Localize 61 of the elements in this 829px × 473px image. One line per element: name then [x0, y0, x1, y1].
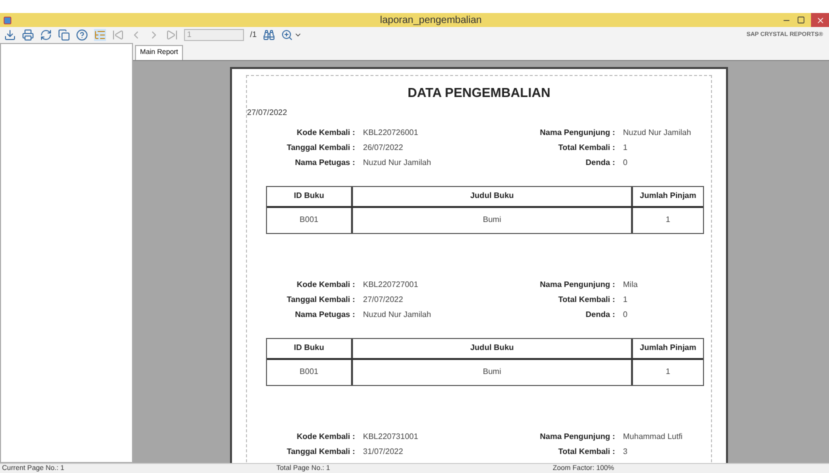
field-label: Total Kembali : [557, 142, 615, 154]
field-label: Nama Pengunjung : [538, 431, 615, 443]
table-cell: Bumi [353, 360, 633, 384]
field-value: KBL220726001 [363, 127, 418, 139]
field-value: 0 [623, 157, 628, 169]
close-button[interactable] [811, 13, 829, 27]
field-value: 3 [623, 446, 628, 458]
field-label: Tanggal Kembali : [286, 446, 355, 458]
field-value: 26/07/2022 [363, 142, 404, 154]
field-label: Tanggal Kembali : [286, 142, 355, 154]
page-total: /1 [250, 29, 257, 41]
field-label: Tanggal Kembali : [286, 294, 355, 306]
field-label: Kode Kembali : [296, 127, 355, 139]
field-label: Kode Kembali : [296, 431, 355, 443]
find-icon[interactable] [262, 29, 275, 41]
app-icon [3, 16, 12, 24]
copy-icon[interactable] [58, 29, 70, 41]
field-value: KBL220727001 [363, 279, 418, 291]
table-cell: B001 [267, 208, 353, 232]
field-label: Denda : [584, 309, 615, 321]
close-icon [816, 16, 824, 24]
window-title: laporan_pengembalian [380, 14, 482, 28]
field-value: Nuzud Nur Jamilah [363, 309, 432, 321]
maximize-icon[interactable] [797, 16, 805, 24]
column-header: Jumlah Pinjam [638, 190, 698, 202]
column-header: Jumlah Pinjam [638, 342, 698, 354]
field-value: Nuzud Nur Jamilah [623, 127, 692, 139]
field-label: Nama Pengunjung : [538, 127, 615, 139]
export-icon[interactable] [4, 29, 16, 41]
caret-icon[interactable] [294, 31, 302, 39]
field-label: Total Kembali : [557, 294, 615, 306]
field-value: Nuzud Nur Jamilah [363, 157, 432, 169]
field-label: Nama Petugas : [294, 309, 355, 321]
field-value: 27/07/2022 [363, 294, 404, 306]
field-value: 1 [623, 294, 628, 306]
table-cell-text: 1 [664, 366, 672, 378]
table-cell-text: 1 [664, 214, 672, 226]
field-value: 1 [623, 142, 628, 154]
print-icon[interactable] [22, 29, 34, 41]
field-label: Total Kembali : [557, 446, 615, 458]
tree-toggle-icon[interactable] [94, 29, 106, 41]
column-header: Judul Buku [353, 338, 633, 358]
field-label: Kode Kembali : [296, 279, 355, 291]
table-cell: B001 [267, 360, 353, 384]
column-header: Judul Buku [353, 186, 633, 206]
field-value: KBL220731001 [363, 431, 418, 443]
field-label: Nama Pengunjung : [538, 279, 615, 291]
field-value: 31/07/2022 [363, 446, 404, 458]
field-label: Denda : [584, 157, 615, 169]
column-header: ID Buku [267, 338, 353, 358]
column-header: ID Buku [267, 186, 353, 206]
zoom-icon[interactable] [280, 29, 293, 41]
print-date: 27/07/2022 [247, 106, 288, 118]
field-value: Mila [623, 279, 638, 291]
field-value: Muhammad Lutfi [623, 431, 683, 443]
table-cell: Bumi [353, 208, 633, 232]
field-value: 0 [623, 309, 628, 321]
field-label: Nama Petugas : [294, 157, 355, 169]
refresh-icon[interactable] [40, 29, 52, 41]
help-icon[interactable] [76, 29, 88, 41]
report-title: DATA PENGEMBALIAN [408, 84, 550, 102]
